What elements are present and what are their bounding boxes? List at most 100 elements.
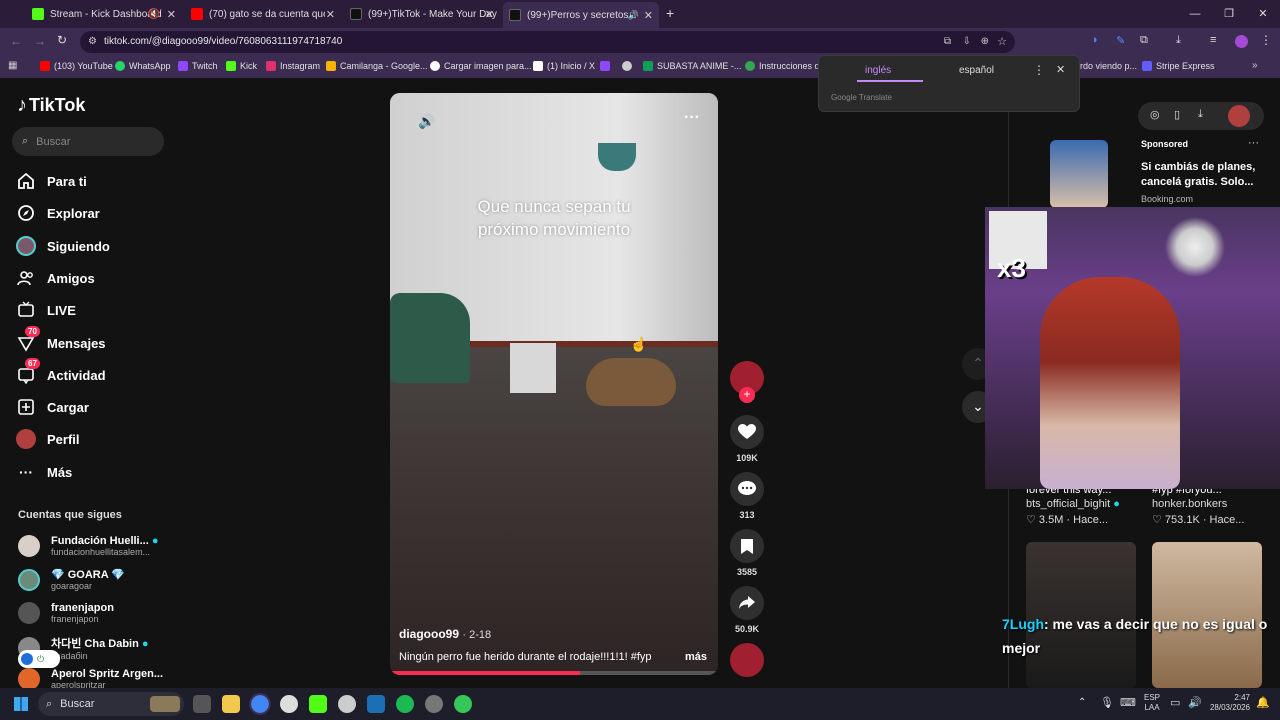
ad-text[interactable]: Si cambiás de planes, cancelá gratis. So… [1141, 160, 1271, 190]
video-player[interactable]: 🔊 ··· Que nunca sepan tu próximo movimie… [390, 93, 718, 675]
new-tab-button[interactable]: + [666, 5, 674, 21]
language-indicator[interactable]: ESP LAA [1144, 693, 1160, 713]
microphone-icon[interactable]: 🎙 [1100, 696, 1114, 709]
nav-para-ti[interactable]: Para ti [16, 171, 87, 191]
close-icon[interactable]: ✕ [644, 9, 653, 22]
like-button[interactable]: 109K [730, 415, 764, 463]
caption-more-button[interactable]: más [685, 651, 707, 663]
translate-options-icon[interactable]: ⋮ [1033, 63, 1045, 77]
user-avatar[interactable] [1228, 105, 1250, 127]
site-info-icon[interactable]: ⚙ [88, 31, 97, 53]
following-account[interactable]: Fundación Huelli... ● fundacionhuellitasa… [18, 535, 159, 557]
translate-source-tab[interactable]: inglés [865, 65, 891, 76]
bookmark-youtube[interactable]: (103) YouTube [40, 61, 113, 71]
notifications-icon[interactable]: 🔔 [1256, 696, 1270, 709]
device-icon[interactable]: ▯ [1174, 108, 1180, 121]
bookmark-google-drive[interactable]: Camilanga - Google... [326, 61, 428, 71]
file-explorer-icon[interactable] [222, 695, 240, 713]
bookmark-instrucciones[interactable]: Instrucciones de [745, 61, 825, 71]
tab-tiktok[interactable]: (99+)TikTok - Make Your Day ✕ [344, 4, 500, 24]
following-account[interactable]: 💎 GOARA 💎 goaragoar [18, 568, 125, 591]
bookmark-kick[interactable]: Kick [226, 61, 257, 71]
more-bookmarks-icon[interactable]: » [1252, 60, 1258, 71]
extension-icon[interactable]: ◗ [1092, 34, 1099, 46]
taskbar-search[interactable]: ⌕ Buscar [38, 692, 184, 716]
obs-icon[interactable] [338, 695, 356, 713]
follow-plus-icon[interactable]: + [739, 387, 755, 403]
video-progress-bar[interactable] [390, 671, 718, 675]
maximize-icon[interactable]: ❐ [1212, 0, 1246, 28]
video-author[interactable]: diagooo99 [399, 627, 459, 641]
bookmark-upload-image[interactable]: Cargar imagen para... [430, 61, 532, 71]
tiktok-logo[interactable]: ♪ TikTok [17, 94, 85, 117]
nav-mas[interactable]: ··· Más [16, 462, 72, 482]
tab-youtube[interactable]: (70) gato se da cuenta que lo g ✕ [185, 4, 341, 24]
clock[interactable]: 2:47 28/03/2026 [1204, 693, 1250, 713]
url-input[interactable]: ⚙ tiktok.com/@diagooo99/video/7608063111… [80, 31, 1015, 53]
minimize-icon[interactable]: — [1178, 0, 1212, 28]
close-icon[interactable]: ✕ [326, 8, 335, 21]
steam-icon[interactable] [367, 695, 385, 713]
mute-icon[interactable]: 🔇 [148, 9, 160, 20]
download-icon[interactable]: ⤓ [1198, 108, 1203, 121]
following-account[interactable]: Aperol Spritz Argen... aperolspritzar [18, 668, 163, 688]
creator-avatar-follow[interactable]: + [730, 361, 764, 403]
volume-icon[interactable]: 🔊 [1188, 696, 1202, 709]
tab-tiktok-active[interactable]: (99+)Perros y secretos en el 🔊 ✕ [503, 2, 659, 28]
tab-kick-dashboard[interactable]: Stream - Kick Dashboard 🔇 ✕ [26, 4, 182, 24]
windows-start-icon[interactable] [14, 697, 28, 711]
install-icon[interactable]: ⇩ [963, 31, 971, 53]
extension-icon[interactable]: ✎ [1116, 34, 1125, 47]
close-icon[interactable]: ✕ [167, 8, 176, 21]
tray-chevron-icon[interactable]: ⌃ [1078, 697, 1086, 708]
search-input[interactable]: ⌕ Buscar [12, 127, 164, 156]
bookmark-subasta[interactable]: SUBASTA ANIME -... [643, 61, 741, 71]
bookmark-whatsapp[interactable]: WhatsApp [115, 61, 171, 71]
profile-avatar[interactable] [1235, 35, 1248, 48]
nav-mensajes[interactable]: 70 Mensajes [16, 326, 106, 353]
bookmark-star-icon[interactable]: ☆ [997, 31, 1007, 53]
close-icon[interactable]: ✕ [1056, 63, 1065, 76]
network-icon[interactable]: ▭ [1170, 696, 1180, 709]
share-button[interactable]: 50.9K [730, 586, 764, 634]
extensions-puzzle-icon[interactable]: ⧉ [1140, 34, 1148, 47]
app-icon[interactable] [425, 695, 443, 713]
nav-amigos[interactable]: Amigos [16, 268, 95, 288]
nav-explorar[interactable]: Explorar [16, 203, 100, 223]
ad-more-icon[interactable]: ··· [1248, 137, 1259, 149]
reload-icon[interactable]: ↻ [57, 33, 67, 47]
floating-widget[interactable]: ⏻ [18, 650, 60, 668]
sound-disc[interactable] [730, 643, 764, 677]
nav-cargar[interactable]: Cargar [16, 397, 89, 417]
kick-icon[interactable] [309, 695, 327, 713]
card-user[interactable]: honker.bonkers [1152, 498, 1227, 510]
spotify-icon[interactable] [396, 695, 414, 713]
bookmark-instagram[interactable]: Instagram [266, 61, 320, 71]
more-options-icon[interactable]: ··· [684, 109, 700, 127]
media-icon[interactable]: ≡ [1210, 34, 1216, 46]
nav-siguiendo[interactable]: Siguiendo [16, 236, 110, 256]
bookmark-viendo[interactable]: rdo viendo p... [1080, 61, 1137, 71]
comment-button[interactable]: 313 [730, 472, 764, 520]
bookmark-twitch[interactable]: Twitch [178, 61, 218, 71]
app-icon[interactable] [193, 695, 211, 713]
bookmark-purple[interactable] [600, 61, 614, 71]
apps-grid-icon[interactable]: ▦ [8, 60, 17, 71]
chrome-icon[interactable] [249, 693, 271, 715]
translate-target-tab[interactable]: español [959, 65, 994, 76]
following-account[interactable]: franenjapon franenjapon [18, 602, 114, 624]
bookmark-stripe[interactable]: Stripe Express [1142, 61, 1215, 71]
nav-live[interactable]: LIVE [16, 300, 76, 320]
speaker-icon[interactable]: 🔊 [628, 10, 639, 21]
menu-kebab-icon[interactable]: ⋮ [1260, 33, 1272, 47]
compass-icon[interactable]: ◎ [1150, 108, 1160, 121]
settings-icon[interactable] [280, 695, 298, 713]
nav-actividad[interactable]: 67 Actividad [16, 358, 106, 385]
bookmark-x[interactable]: (1) Inicio / X [533, 61, 595, 71]
close-icon[interactable]: ✕ [485, 8, 494, 21]
close-window-icon[interactable]: ✕ [1246, 0, 1280, 28]
forward-icon[interactable]: → [34, 34, 46, 48]
app-icon[interactable] [454, 695, 472, 713]
card-user-row[interactable]: bts_official_bighit ● [1026, 498, 1120, 510]
back-icon[interactable]: ← [10, 34, 22, 48]
